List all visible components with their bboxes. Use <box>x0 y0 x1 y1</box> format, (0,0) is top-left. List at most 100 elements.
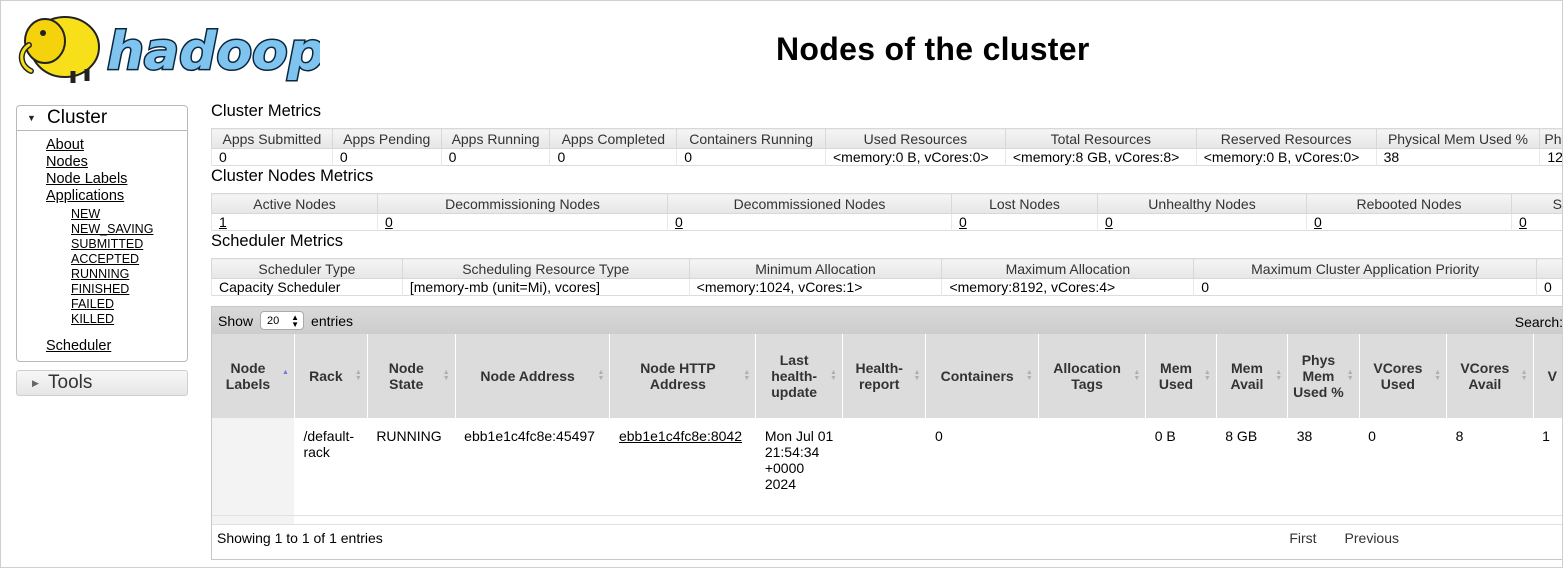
entries-label: entries <box>311 312 354 329</box>
decommissioned-nodes-link[interactable]: 0 <box>675 214 683 230</box>
cell-node-state: RUNNING <box>367 418 456 525</box>
metric-value: 12 <box>1539 148 1562 166</box>
metric-header: Scheduler Type <box>211 258 403 279</box>
page-size-select[interactable]: 20 ▲ ▼ <box>260 311 305 330</box>
metric-value: 0 <box>1193 278 1537 296</box>
metric-header: Rebooted Nodes <box>1306 193 1512 214</box>
metric-header: Apps Running <box>440 128 551 149</box>
metric-header: Maximum Allocation <box>941 258 1195 279</box>
sort-icon: ▲ ▼ <box>1434 369 1442 382</box>
app-state-list: NEW NEW_SAVING SUBMITTED ACCEPTED RUNNIN… <box>46 207 187 327</box>
app-state-new-saving-link[interactable]: NEW_SAVING <box>71 222 187 237</box>
scheduler-metrics-value-row: Capacity Scheduler [memory-mb (unit=Mi),… <box>211 278 1562 296</box>
entries-info: Showing 1 to 1 of 1 entries <box>217 530 383 546</box>
metric-value: <memory:8192, vCores:4> <box>941 278 1194 296</box>
scheduler-metrics-table: Scheduler Type Scheduling Resource Type … <box>211 258 1562 296</box>
col-header-health-report[interactable]: Health-report ▲ ▼ <box>842 334 927 418</box>
datatable-toolbar: Show 20 ▲ ▼ entries Search: <box>212 307 1563 334</box>
metric-value: <memory:0 B, vCores:0> <box>825 148 1006 166</box>
metric-value: 0 <box>676 148 826 166</box>
sort-icon: ▲ ▼ <box>597 369 605 382</box>
col-header-node-state[interactable]: Node State ▲ ▼ <box>367 334 456 418</box>
metrics-area: Cluster Metrics Apps Submitted Apps Pend… <box>211 101 1562 296</box>
cluster-metrics-header-row: Apps Submitted Apps Pending Apps Running… <box>211 128 1562 149</box>
sort-icon: ▲ ▼ <box>1520 369 1528 382</box>
app-state-new-link[interactable]: NEW <box>71 207 187 222</box>
sort-icon: ▲ ▼ <box>442 369 450 382</box>
col-header-phys-mem-used[interactable]: Phys Mem Used % ▲ ▼ <box>1287 334 1360 418</box>
col-header-node-labels[interactable]: Node Labels ▲ <box>212 334 295 418</box>
app-state-failed-link[interactable]: FAILED <box>71 297 187 312</box>
col-header-mem-used[interactable]: Mem Used ▲ ▼ <box>1145 334 1217 418</box>
page-title: Nodes of the cluster <box>776 31 1090 67</box>
metric-header <box>1535 258 1562 279</box>
col-header-mem-avail[interactable]: Mem Avail ▲ ▼ <box>1216 334 1289 418</box>
select-arrows-icon: ▲ ▼ <box>291 312 300 329</box>
metric-header: Ph <box>1539 128 1562 149</box>
cell-node-labels <box>212 418 295 525</box>
metric-value: 0 <box>331 148 442 166</box>
col-header-node-http-address[interactable]: Node HTTP Address ▲ ▼ <box>609 334 757 418</box>
app-state-finished-link[interactable]: FINISHED <box>71 282 187 297</box>
cell-rack: /default-rack <box>294 418 368 525</box>
cluster-nodes-metrics-title: Cluster Nodes Metrics <box>211 167 374 185</box>
hadoop-logo[interactable]: hadoop <box>15 7 320 87</box>
nav-scheduler-link[interactable]: Scheduler <box>46 338 187 355</box>
logo-wordmark: hadoop <box>107 22 320 82</box>
nav-applications-link[interactable]: Applications <box>46 188 187 205</box>
col-header-allocation-tags[interactable]: Allocation Tags ▲ ▼ <box>1038 334 1147 418</box>
active-nodes-link[interactable]: 1 <box>219 214 227 230</box>
nodes-header-row: Node Labels ▲ Rack ▲ ▼ Node State ▲ ▼ Node Ad… <box>212 334 1562 418</box>
lost-nodes-link[interactable]: 0 <box>959 214 967 230</box>
node-http-address-link[interactable]: ebb1e1c4fc8e:8042 <box>619 428 742 444</box>
search-label: Search: <box>1514 314 1563 330</box>
first-page-button[interactable]: First <box>1289 530 1316 546</box>
col-header-node-address[interactable]: Node Address ▲ ▼ <box>455 334 611 418</box>
unhealthy-nodes-link[interactable]: 0 <box>1105 214 1113 230</box>
rebooted-nodes-link[interactable]: 0 <box>1314 214 1322 230</box>
app-state-killed-link[interactable]: KILLED <box>71 312 187 327</box>
page-size-value: 20 <box>267 314 280 327</box>
cluster-nav: About Nodes Node Labels Applications NEW… <box>17 131 187 361</box>
nav-node-labels-link[interactable]: Node Labels <box>46 171 187 188</box>
metric-header: Scheduling Resource Type <box>401 258 690 279</box>
sort-icon: ▲ ▼ <box>1275 369 1283 382</box>
previous-page-button[interactable]: Previous <box>1345 530 1399 546</box>
datatable-footer: Showing 1 to 1 of 1 entries First Previo… <box>212 515 1562 560</box>
col-header-vcores-used[interactable]: VCores Used ▲ ▼ <box>1359 334 1448 418</box>
cluster-nodes-metrics-table: Active Nodes Decommissioning Nodes Decom… <box>211 193 1562 231</box>
shutdown-nodes-link[interactable]: 0 <box>1519 214 1527 230</box>
nav-about-link[interactable]: About <box>46 137 187 154</box>
metric-value: 0 <box>1535 278 1562 296</box>
col-header-containers[interactable]: Containers ▲ ▼ <box>925 334 1039 418</box>
col-header-vcores-extra[interactable]: V <box>1533 334 1562 418</box>
metric-header: Decommissioned Nodes <box>667 193 952 214</box>
sort-icon: ▲ ▼ <box>913 369 921 382</box>
metric-header: Containers Running <box>676 128 826 149</box>
metric-header: Total Resources <box>1004 128 1197 149</box>
app-state-accepted-link[interactable]: ACCEPTED <box>71 252 187 267</box>
metric-header: Maximum Cluster Application Priority <box>1193 258 1537 279</box>
metric-value: Capacity Scheduler <box>211 278 403 296</box>
nodes-metrics-value-row: 1 0 0 0 0 0 0 <box>211 213 1562 231</box>
app-state-running-link[interactable]: RUNNING <box>71 267 187 282</box>
app-state-submitted-link[interactable]: SUBMITTED <box>71 237 187 252</box>
cluster-metrics-value-row: 0 0 0 0 0 <memory:0 B, vCores:0> <memory… <box>211 148 1562 166</box>
cluster-accordion-header[interactable]: ▼ Cluster <box>17 106 187 131</box>
metric-value: <memory:1024, vCores:1> <box>688 278 942 296</box>
decommissioning-nodes-link[interactable]: 0 <box>385 214 393 230</box>
metric-value: <memory:8 GB, vCores:8> <box>1004 148 1197 166</box>
sort-icon: ▲ ▼ <box>830 369 837 382</box>
cell-vcores-avail: 8 <box>1446 418 1534 525</box>
col-header-rack[interactable]: Rack ▲ ▼ <box>294 334 368 418</box>
col-header-vcores-avail[interactable]: VCores Avail ▲ ▼ <box>1446 334 1534 418</box>
cell-vcores-used: 0 <box>1359 418 1447 525</box>
cluster-label: Cluster <box>47 107 108 128</box>
col-header-last-health-update[interactable]: Last health-update ▲ ▼ <box>755 334 843 418</box>
tools-accordion-header[interactable]: ▶ Tools <box>16 370 188 396</box>
metric-value: [memory-mb (unit=Mi), vcores] <box>401 278 690 296</box>
sidebar: ▼ Cluster About Nodes Node Labels Applic… <box>16 105 188 396</box>
sort-icon: ▲ ▼ <box>1025 369 1033 382</box>
nav-nodes-link[interactable]: Nodes <box>46 154 187 171</box>
metric-value: 0 <box>549 148 677 166</box>
